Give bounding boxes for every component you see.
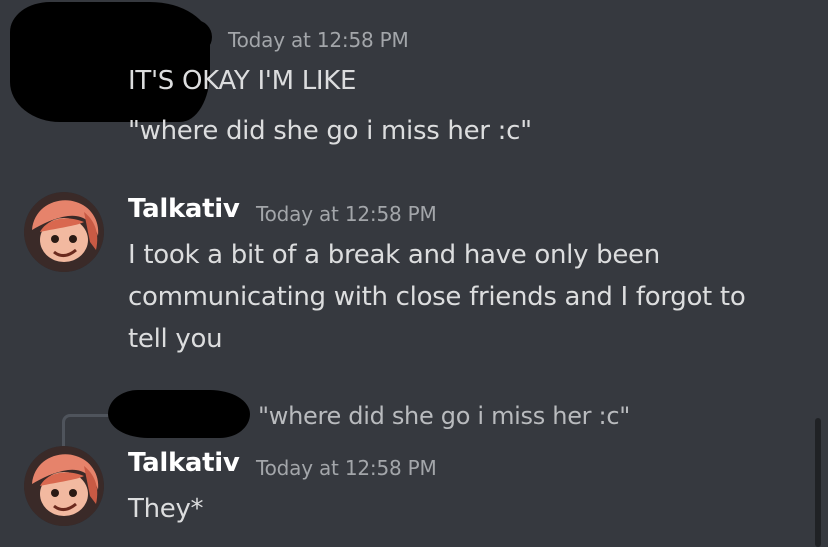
message-timestamp: Today at 12:58 PM <box>256 202 437 226</box>
message-line: communicating with close friends and I f… <box>128 282 746 312</box>
reply-preview-text[interactable]: "where did she go i miss her :c" <box>258 402 630 430</box>
scrollbar[interactable] <box>815 418 821 547</box>
message-timestamp: Today at 12:58 PM <box>256 456 437 480</box>
character-avatar-icon <box>24 446 104 526</box>
message-author[interactable]: Talkativ <box>128 448 240 478</box>
message-line: tell you <box>128 324 223 354</box>
message-line: I took a bit of a break and have only be… <box>128 240 660 270</box>
chat-window: Today at 12:58 PM IT'S OKAY I'M LIKE "wh… <box>0 0 828 547</box>
reply-connector <box>62 414 111 447</box>
user-avatar[interactable] <box>24 446 104 526</box>
message-author[interactable]: Talkativ <box>128 194 240 224</box>
character-avatar-icon <box>24 192 104 272</box>
message-line: IT'S OKAY I'M LIKE <box>128 66 357 96</box>
message-line: "where did she go i miss her :c" <box>128 116 532 146</box>
message-line: They* <box>128 494 204 524</box>
redacted-reply-author <box>108 390 250 438</box>
message-timestamp: Today at 12:58 PM <box>228 28 409 52</box>
redacted-username <box>120 20 212 54</box>
user-avatar[interactable] <box>24 192 104 272</box>
